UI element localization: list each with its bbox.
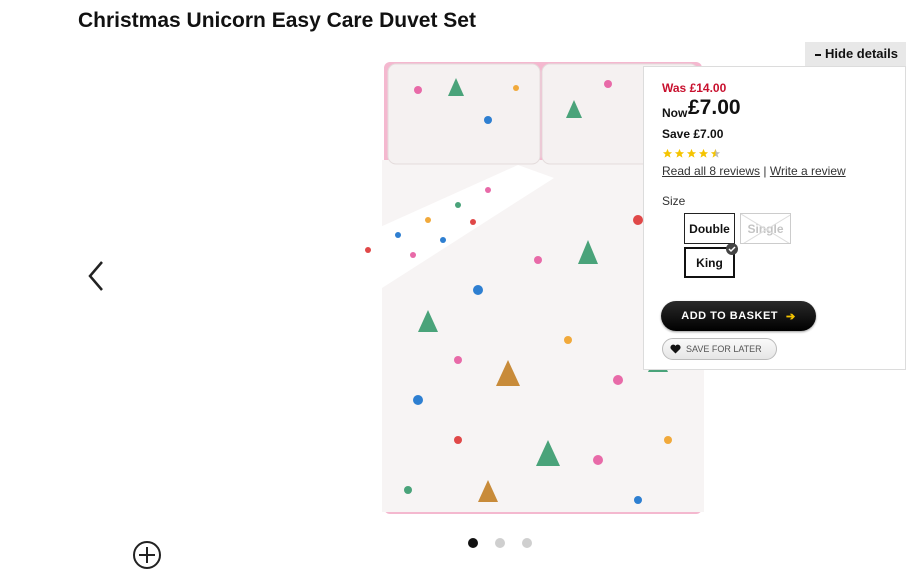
heart-icon: [670, 344, 681, 354]
size-option-single[interactable]: Single: [740, 213, 791, 244]
hide-details-button[interactable]: Hide details: [805, 42, 906, 66]
was-price: Was £14.00: [662, 81, 727, 95]
add-to-basket-button[interactable]: ADD TO BASKET ➔: [661, 301, 816, 331]
reviews-separator: |: [763, 164, 767, 178]
star-icon: [698, 148, 709, 158]
size-label: Size: [662, 194, 686, 208]
now-price: £7.00: [688, 96, 741, 119]
zoom-in-icon[interactable]: [131, 539, 163, 571]
star-icon: [662, 148, 673, 158]
now-label: Now: [662, 106, 688, 120]
carousel-dot[interactable]: [468, 538, 478, 548]
chevron-left-icon[interactable]: [84, 258, 108, 294]
reviews-links: Read all 8 reviews | Write a review: [662, 164, 846, 178]
save-for-later-label: SAVE FOR LATER: [686, 344, 762, 354]
write-review-link[interactable]: Write a review: [770, 164, 846, 178]
carousel-dot[interactable]: [495, 538, 505, 548]
unavailable-strike-icon: [741, 214, 790, 243]
star-icon: [686, 148, 697, 158]
star-icon: [674, 148, 685, 158]
size-option-double[interactable]: Double: [684, 213, 735, 244]
arrow-right-icon: ➔: [786, 310, 796, 323]
carousel-dot[interactable]: [522, 538, 532, 548]
add-to-basket-label: ADD TO BASKET: [681, 310, 779, 322]
star-icon: [710, 148, 721, 158]
hide-details-label: Hide details: [825, 46, 898, 61]
star-rating: [662, 148, 721, 160]
save-for-later-button[interactable]: SAVE FOR LATER: [662, 338, 777, 360]
checkmark-icon: [726, 243, 738, 255]
carousel-dots: [468, 538, 532, 548]
read-reviews-link[interactable]: Read all 8 reviews: [662, 164, 760, 178]
save-amount: Save £7.00: [662, 127, 724, 141]
minus-icon: [815, 53, 821, 56]
product-title: Christmas Unicorn Easy Care Duvet Set: [78, 9, 476, 32]
